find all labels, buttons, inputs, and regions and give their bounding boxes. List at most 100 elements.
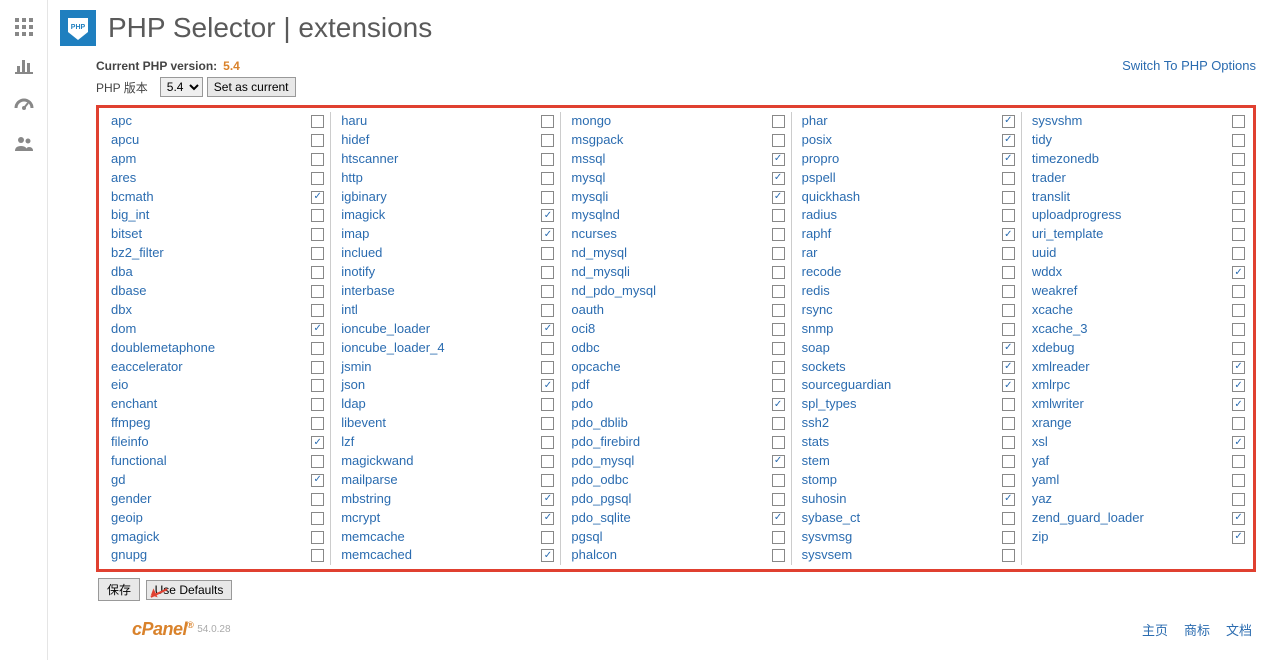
ext-label[interactable]: imagick	[341, 207, 541, 224]
ext-label[interactable]: weakref	[1032, 283, 1232, 300]
ext-checkbox[interactable]	[1002, 172, 1015, 185]
ext-label[interactable]: gd	[111, 472, 311, 489]
ext-checkbox[interactable]	[1002, 153, 1015, 166]
ext-label[interactable]: htscanner	[341, 151, 541, 168]
ext-label[interactable]: posix	[802, 132, 1002, 149]
ext-label[interactable]: sourceguardian	[802, 377, 1002, 394]
ext-label[interactable]: mssql	[571, 151, 771, 168]
ext-label[interactable]: yaz	[1032, 491, 1232, 508]
ext-label[interactable]: trader	[1032, 170, 1232, 187]
ext-label[interactable]: msgpack	[571, 132, 771, 149]
ext-label[interactable]: pdo_mysql	[571, 453, 771, 470]
ext-checkbox[interactable]	[311, 172, 324, 185]
ext-label[interactable]: zip	[1032, 529, 1232, 546]
ext-label[interactable]: jsmin	[341, 359, 541, 376]
defaults-button[interactable]: Use Defaults	[146, 580, 233, 600]
ext-label[interactable]: radius	[802, 207, 1002, 224]
ext-label[interactable]: xsl	[1032, 434, 1232, 451]
ext-checkbox[interactable]	[1002, 285, 1015, 298]
ext-checkbox[interactable]	[541, 493, 554, 506]
ext-label[interactable]: gnupg	[111, 547, 311, 564]
ext-checkbox[interactable]	[311, 134, 324, 147]
ext-checkbox[interactable]	[311, 398, 324, 411]
ext-checkbox[interactable]	[772, 209, 785, 222]
ext-checkbox[interactable]	[1232, 304, 1245, 317]
ext-label[interactable]: pdf	[571, 377, 771, 394]
ext-label[interactable]: sysvmsg	[802, 529, 1002, 546]
ext-label[interactable]: inotify	[341, 264, 541, 281]
ext-label[interactable]: mongo	[571, 113, 771, 130]
ext-checkbox[interactable]	[772, 549, 785, 562]
ext-checkbox[interactable]	[1002, 266, 1015, 279]
ext-checkbox[interactable]	[772, 115, 785, 128]
ext-label[interactable]: hidef	[341, 132, 541, 149]
ext-checkbox[interactable]	[541, 323, 554, 336]
ext-label[interactable]: yaml	[1032, 472, 1232, 489]
ext-checkbox[interactable]	[541, 549, 554, 562]
ext-checkbox[interactable]	[311, 228, 324, 241]
ext-checkbox[interactable]	[1002, 436, 1015, 449]
ext-label[interactable]: xmlrpc	[1032, 377, 1232, 394]
ext-checkbox[interactable]	[772, 153, 785, 166]
ext-checkbox[interactable]	[772, 191, 785, 204]
ext-checkbox[interactable]	[311, 379, 324, 392]
ext-checkbox[interactable]	[772, 323, 785, 336]
ext-label[interactable]: memcached	[341, 547, 541, 564]
ext-checkbox[interactable]	[541, 455, 554, 468]
ext-label[interactable]: mailparse	[341, 472, 541, 489]
ext-checkbox[interactable]	[311, 512, 324, 525]
ext-label[interactable]: gmagick	[111, 529, 311, 546]
ext-label[interactable]: haru	[341, 113, 541, 130]
ext-checkbox[interactable]	[1232, 209, 1245, 222]
nav-apps-icon[interactable]	[0, 8, 47, 46]
ext-checkbox[interactable]	[541, 361, 554, 374]
footer-link[interactable]: 商标	[1184, 620, 1210, 639]
ext-checkbox[interactable]	[1232, 436, 1245, 449]
ext-label[interactable]: stem	[802, 453, 1002, 470]
ext-label[interactable]: memcache	[341, 529, 541, 546]
ext-checkbox[interactable]	[1002, 455, 1015, 468]
ext-label[interactable]: imap	[341, 226, 541, 243]
ext-checkbox[interactable]	[1002, 209, 1015, 222]
ext-checkbox[interactable]	[1232, 493, 1245, 506]
ext-label[interactable]: apm	[111, 151, 311, 168]
ext-label[interactable]: fileinfo	[111, 434, 311, 451]
ext-label[interactable]: suhosin	[802, 491, 1002, 508]
nav-gauge-icon[interactable]	[0, 84, 47, 124]
ext-label[interactable]: xrange	[1032, 415, 1232, 432]
php-version-select[interactable]: 5.4	[160, 77, 203, 97]
ext-checkbox[interactable]	[541, 153, 554, 166]
ext-checkbox[interactable]	[541, 247, 554, 260]
ext-checkbox[interactable]	[772, 379, 785, 392]
ext-checkbox[interactable]	[311, 436, 324, 449]
nav-stats-icon[interactable]	[0, 46, 47, 84]
ext-label[interactable]: sysvsem	[802, 547, 1002, 564]
ext-label[interactable]: xmlreader	[1032, 359, 1232, 376]
ext-checkbox[interactable]	[311, 474, 324, 487]
ext-label[interactable]: dom	[111, 321, 311, 338]
ext-checkbox[interactable]	[541, 436, 554, 449]
ext-checkbox[interactable]	[772, 493, 785, 506]
ext-checkbox[interactable]	[541, 172, 554, 185]
ext-checkbox[interactable]	[1232, 285, 1245, 298]
ext-checkbox[interactable]	[541, 512, 554, 525]
ext-checkbox[interactable]	[541, 474, 554, 487]
ext-label[interactable]: translit	[1032, 189, 1232, 206]
ext-checkbox[interactable]	[1002, 342, 1015, 355]
ext-checkbox[interactable]	[1232, 323, 1245, 336]
ext-label[interactable]: xcache	[1032, 302, 1232, 319]
footer-link[interactable]: 文档	[1226, 620, 1252, 639]
ext-label[interactable]: uri_template	[1032, 226, 1232, 243]
ext-label[interactable]: inclued	[341, 245, 541, 262]
ext-checkbox[interactable]	[1232, 247, 1245, 260]
ext-checkbox[interactable]	[311, 549, 324, 562]
ext-label[interactable]: dba	[111, 264, 311, 281]
ext-label[interactable]: mysql	[571, 170, 771, 187]
ext-label[interactable]: libevent	[341, 415, 541, 432]
ext-label[interactable]: opcache	[571, 359, 771, 376]
ext-checkbox[interactable]	[541, 191, 554, 204]
ext-checkbox[interactable]	[311, 304, 324, 317]
ext-checkbox[interactable]	[1002, 304, 1015, 317]
ext-label[interactable]: functional	[111, 453, 311, 470]
ext-checkbox[interactable]	[772, 304, 785, 317]
